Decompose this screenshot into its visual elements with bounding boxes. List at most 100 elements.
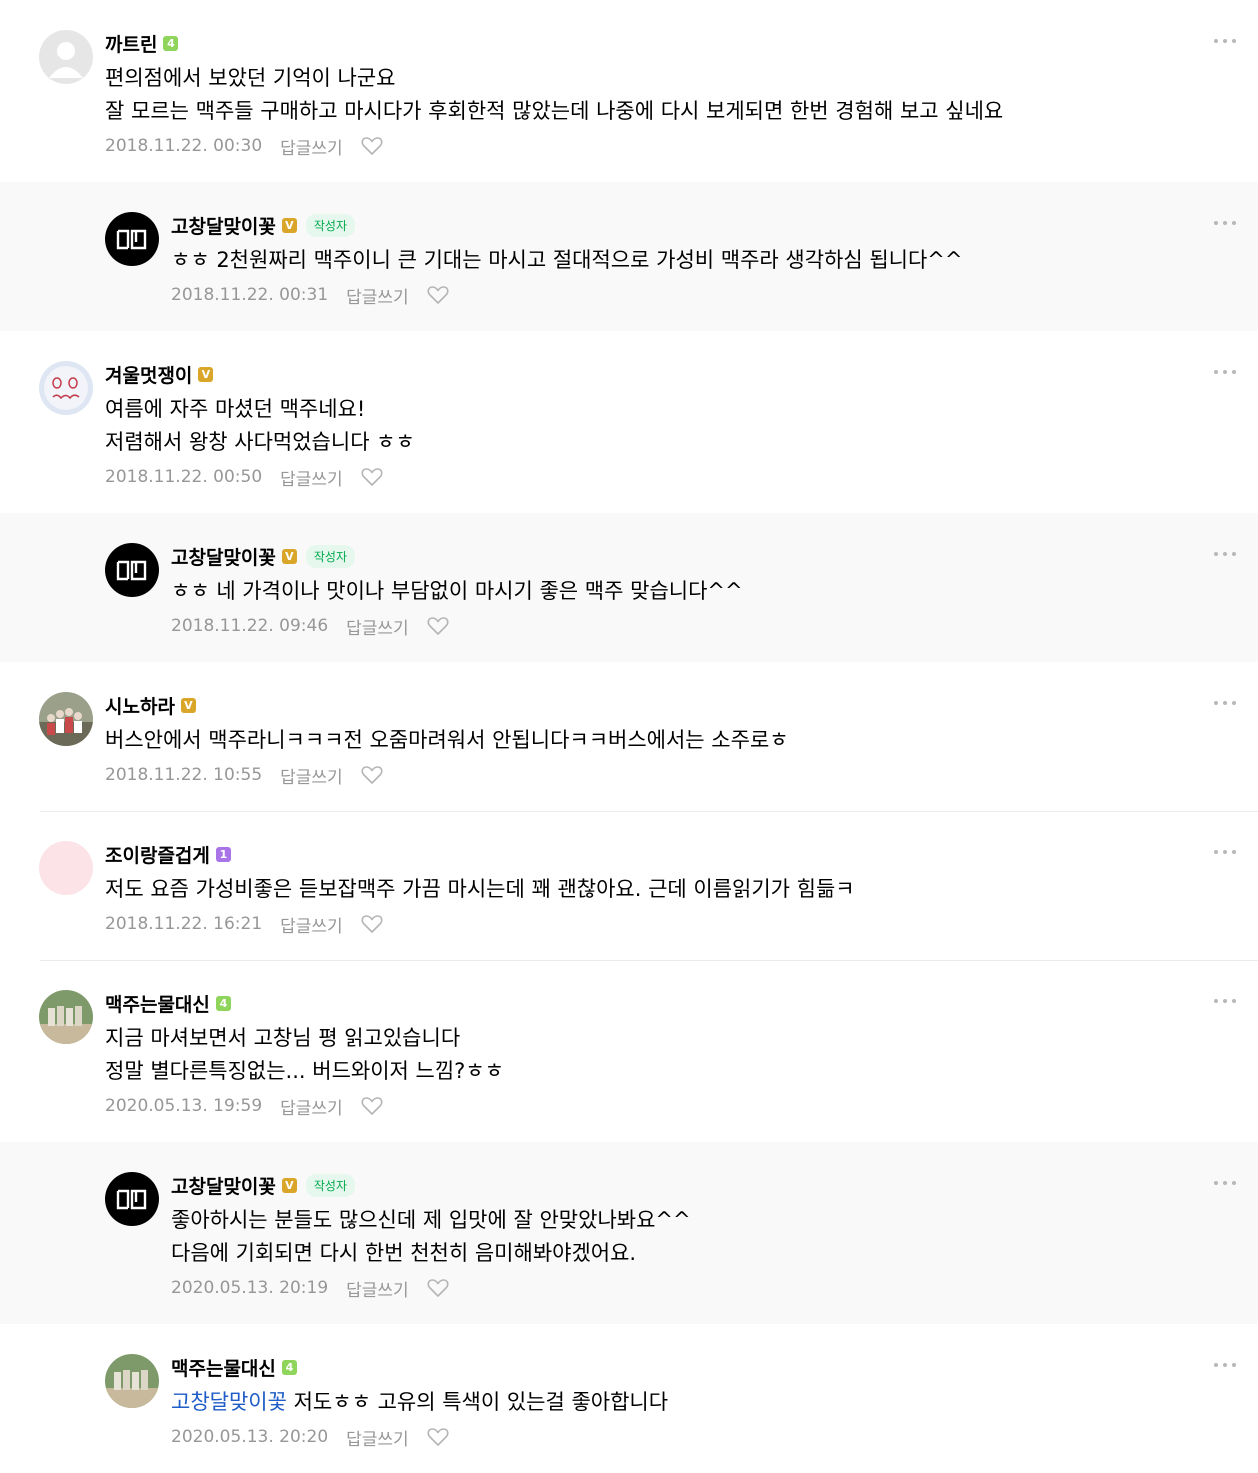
- comment-date: 2020.05.13. 19:59: [105, 1096, 263, 1116]
- comment-date: 2020.05.13. 20:19: [171, 1278, 329, 1298]
- comment-date: 2018.11.22. 09:46: [171, 616, 329, 636]
- reply-button[interactable]: 답글쓰기: [280, 912, 343, 937]
- comment-text-line: 좋아하시는 분들도 많으신데 제 입맛에 잘 안맞았나봐요^^: [171, 1208, 691, 1232]
- comment-list: 까트린 4 편의점에서 보았던 기억이 나군요 잘 모르는 맥주들 구매하고 마…: [0, 0, 1258, 1473]
- beer-glasses-avatar-icon[interactable]: [105, 1354, 159, 1408]
- reply-button[interactable]: 답글쓰기: [280, 465, 343, 490]
- more-options-icon[interactable]: [1214, 34, 1236, 48]
- comment-text-line: 저렴해서 왕창 사다먹었습니다 ㅎㅎ: [105, 430, 415, 454]
- comment-item: 까트린 4 편의점에서 보았던 기억이 나군요 잘 모르는 맥주들 구매하고 마…: [0, 0, 1258, 182]
- reply-button[interactable]: 답글쓰기: [346, 614, 409, 639]
- heart-icon[interactable]: [361, 1096, 383, 1116]
- heart-icon[interactable]: [427, 1278, 449, 1298]
- heart-icon[interactable]: [361, 467, 383, 487]
- comment-date: 2018.11.22. 10:55: [105, 765, 263, 785]
- reply-button[interactable]: 답글쓰기: [346, 1425, 409, 1450]
- comment-item: 시노하라 V 버스안에서 맥주라니ㅋㅋㅋ전 오줌마려워서 안됩니다ㅋㅋ버스에서는…: [0, 662, 1258, 811]
- comment-text: 지금 마셔보면서 고창님 평 읽고있습니다 정말 별다른특징없는... 버드와이…: [105, 1022, 1258, 1088]
- comment-text: ㅎㅎ 네 가격이나 맛이나 부담없이 마시기 좋은 맥주 맞습니다^^: [171, 575, 1258, 608]
- comment-text: 저도 요즘 가성비좋은 듣보잡맥주 가끔 마시는데 꽤 괜찮아요. 근데 이름읽…: [105, 873, 1258, 906]
- comment-text-line: 편의점에서 보았던 기억이 나군요: [105, 66, 396, 90]
- comment-nickname[interactable]: 시노하라: [105, 692, 175, 719]
- comment-nickname[interactable]: 고창달맞이꽃: [171, 543, 276, 570]
- more-options-icon[interactable]: [1214, 1176, 1236, 1190]
- pink-circle-avatar-icon[interactable]: [39, 841, 93, 895]
- comment-text: 고창달맞이꽃 저도ㅎㅎ 고유의 특색이 있는걸 좋아합니다: [171, 1386, 1258, 1419]
- doodle-face-avatar-icon[interactable]: [39, 361, 93, 415]
- comment-text: 여름에 자주 마셨던 맥주네요! 저렴해서 왕창 사다먹었습니다 ㅎㅎ: [105, 393, 1258, 459]
- comment-text-line: 정말 별다른특징없는... 버드와이저 느낌?ㅎㅎ: [105, 1059, 504, 1083]
- comment-nickname[interactable]: 겨울멋쟁이: [105, 361, 192, 388]
- reply-comment-item: 맥주는물대신 4 고창달맞이꽃 저도ㅎㅎ 고유의 특색이 있는걸 좋아합니다 2…: [0, 1324, 1258, 1473]
- more-options-icon[interactable]: [1214, 365, 1236, 379]
- author-tag: 작성자: [305, 544, 356, 568]
- reply-button[interactable]: 답글쓰기: [346, 283, 409, 308]
- reply-button[interactable]: 답글쓰기: [280, 134, 343, 159]
- comment-text-line: 버스안에서 맥주라니ㅋㅋㅋ전 오줌마려워서 안됩니다ㅋㅋ버스에서는 소주로ㅎ: [105, 728, 789, 752]
- member-level-badge: V: [180, 697, 196, 713]
- comment-nickname[interactable]: 조이랑즐겁게: [105, 841, 210, 868]
- comment-text-body: 저도ㅎㅎ 고유의 특색이 있는걸 좋아합니다: [293, 1390, 669, 1414]
- comment-text: 편의점에서 보았던 기억이 나군요 잘 모르는 맥주들 구매하고 마시다가 후회…: [105, 62, 1258, 128]
- more-options-icon[interactable]: [1214, 845, 1236, 859]
- member-level-badge: 4: [281, 1359, 297, 1375]
- comment-date: 2018.11.22. 00:31: [171, 285, 329, 305]
- comment-date: 2018.11.22. 16:21: [105, 914, 263, 934]
- comment-text: 좋아하시는 분들도 많으신데 제 입맛에 잘 안맞았나봐요^^ 다음에 기회되면…: [171, 1204, 1258, 1270]
- heart-icon[interactable]: [427, 616, 449, 636]
- comment-text-line: 지금 마셔보면서 고창님 평 읽고있습니다: [105, 1026, 461, 1050]
- default-profile-icon[interactable]: [39, 30, 93, 84]
- more-options-icon[interactable]: [1214, 994, 1236, 1008]
- member-level-badge: 1: [215, 846, 231, 862]
- comment-date: 2020.05.13. 20:20: [171, 1427, 329, 1447]
- comment-text-line: 다음에 기회되면 다시 한번 천천히 음미해봐야겠어요.: [171, 1241, 637, 1265]
- reply-button[interactable]: 답글쓰기: [346, 1276, 409, 1301]
- comment-text-line: 저도 요즘 가성비좋은 듣보잡맥주 가끔 마시는데 꽤 괜찮아요. 근데 이름읽…: [105, 877, 855, 901]
- more-options-icon[interactable]: [1214, 1358, 1236, 1372]
- comment-date: 2018.11.22. 00:50: [105, 467, 263, 487]
- gd-logo-avatar-icon[interactable]: [105, 212, 159, 266]
- member-level-badge: 4: [215, 995, 231, 1011]
- comment-item: 맥주는물대신 4 지금 마셔보면서 고창님 평 읽고있습니다 정말 별다른특징없…: [0, 960, 1258, 1142]
- heart-icon[interactable]: [427, 285, 449, 305]
- comment-nickname[interactable]: 맥주는물대신: [105, 990, 210, 1017]
- heart-icon[interactable]: [427, 1427, 449, 1447]
- heart-icon[interactable]: [361, 765, 383, 785]
- more-options-icon[interactable]: [1214, 216, 1236, 230]
- reply-button[interactable]: 답글쓰기: [280, 763, 343, 788]
- gd-logo-avatar-icon[interactable]: [105, 543, 159, 597]
- reply-comment-item: 고창달맞이꽃 V 작성자 ㅎㅎ 2천원짜리 맥주이니 큰 기대는 마시고 절대적…: [0, 182, 1258, 331]
- author-tag: 작성자: [305, 1173, 356, 1197]
- reply-comment-item: 고창달맞이꽃 V 작성자 ㅎㅎ 네 가격이나 맛이나 부담없이 마시기 좋은 맥…: [0, 513, 1258, 662]
- member-level-badge: V: [281, 1177, 297, 1193]
- comment-text-line: 잘 모르는 맥주들 구매하고 마시다가 후회한적 많았는데 나중에 다시 보게되…: [105, 99, 1004, 123]
- comment-date: 2018.11.22. 00:30: [105, 136, 263, 156]
- comment-nickname[interactable]: 고창달맞이꽃: [171, 1172, 276, 1199]
- group-photo-avatar-icon[interactable]: [39, 692, 93, 746]
- comment-item: 겨울멋쟁이 V 여름에 자주 마셨던 맥주네요! 저렴해서 왕창 사다먹었습니다…: [0, 331, 1258, 513]
- mention-link[interactable]: 고창달맞이꽃: [171, 1390, 287, 1414]
- comment-text-line: 고창달맞이꽃 저도ㅎㅎ 고유의 특색이 있는걸 좋아합니다: [171, 1386, 1258, 1419]
- member-level-badge: V: [281, 548, 297, 564]
- heart-icon[interactable]: [361, 914, 383, 934]
- comment-text-line: ㅎㅎ 네 가격이나 맛이나 부담없이 마시기 좋은 맥주 맞습니다^^: [171, 579, 743, 603]
- reply-comment-item: 고창달맞이꽃 V 작성자 좋아하시는 분들도 많으신데 제 입맛에 잘 안맞았나…: [0, 1142, 1258, 1324]
- comment-text: ㅎㅎ 2천원짜리 맥주이니 큰 기대는 마시고 절대적으로 가성비 맥주라 생각…: [171, 244, 1258, 277]
- comment-nickname[interactable]: 까트린: [105, 30, 157, 57]
- gd-logo-avatar-icon[interactable]: [105, 1172, 159, 1226]
- heart-icon[interactable]: [361, 136, 383, 156]
- more-options-icon[interactable]: [1214, 547, 1236, 561]
- comment-item: 조이랑즐겁게 1 저도 요즘 가성비좋은 듣보잡맥주 가끔 마시는데 꽤 괜찮아…: [0, 811, 1258, 960]
- comment-text: 버스안에서 맥주라니ㅋㅋㅋ전 오줌마려워서 안됩니다ㅋㅋ버스에서는 소주로ㅎ: [105, 724, 1258, 757]
- member-level-badge: V: [281, 217, 297, 233]
- author-tag: 작성자: [305, 213, 356, 237]
- member-level-badge: V: [198, 366, 214, 382]
- member-level-badge: 4: [163, 35, 179, 51]
- more-options-icon[interactable]: [1214, 696, 1236, 710]
- reply-button[interactable]: 답글쓰기: [280, 1094, 343, 1119]
- comment-text-line: ㅎㅎ 2천원짜리 맥주이니 큰 기대는 마시고 절대적으로 가성비 맥주라 생각…: [171, 248, 963, 272]
- comment-nickname[interactable]: 고창달맞이꽃: [171, 212, 276, 239]
- comment-nickname[interactable]: 맥주는물대신: [171, 1354, 276, 1381]
- comment-text-line: 여름에 자주 마셨던 맥주네요!: [105, 397, 366, 421]
- beer-glasses-avatar-icon[interactable]: [39, 990, 93, 1044]
